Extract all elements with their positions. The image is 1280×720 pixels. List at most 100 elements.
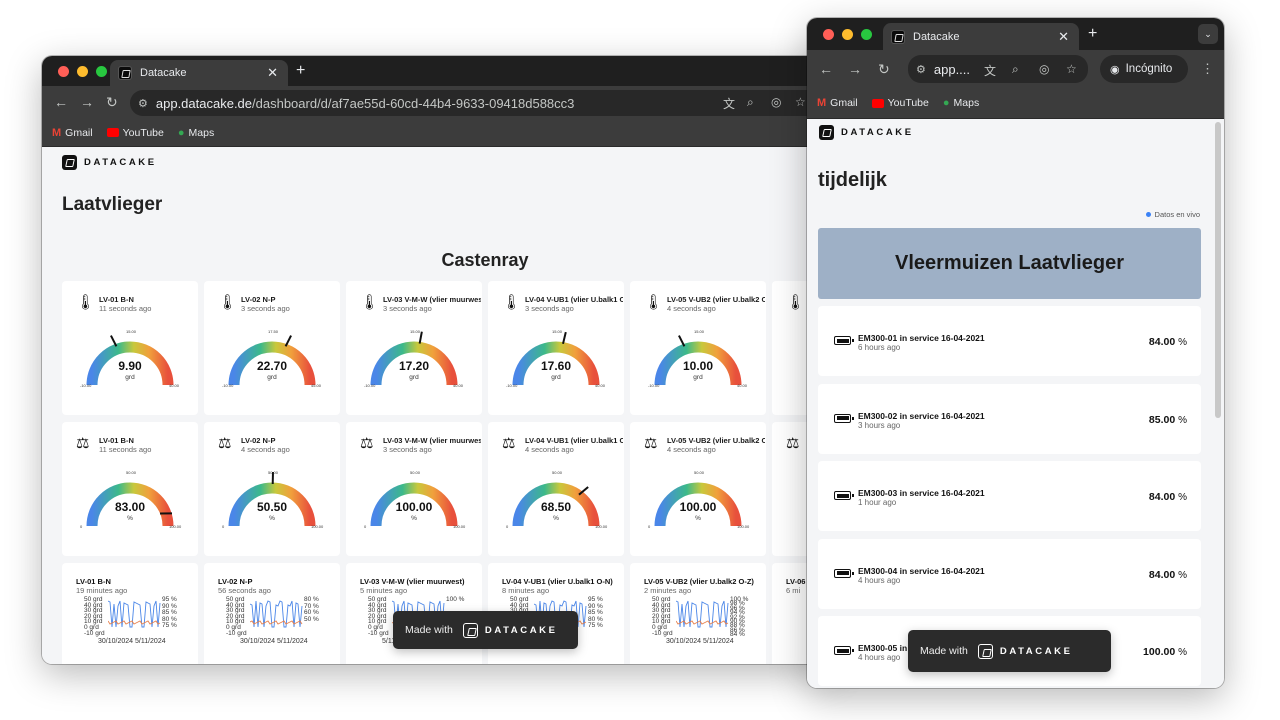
browser-window-incognito: Datacake ✕ + ⌄ ← → ↻ ⚙ app.... 文 ⌕ ◎ ☆ ◉… [807, 18, 1224, 688]
maximize-window-button[interactable] [96, 66, 107, 77]
tab-datacake[interactable]: Datacake ✕ [883, 23, 1079, 50]
bookmark-star-icon[interactable]: ☆ [795, 95, 806, 109]
gauge-max-label: 40.00 [453, 383, 464, 388]
reload-icon[interactable]: ↻ [106, 94, 118, 111]
card-timestamp: 4 seconds ago [525, 445, 574, 454]
site-info-icon[interactable]: ⚙ [138, 97, 148, 110]
scale-icon: ⚖︎ [786, 435, 800, 452]
gauge-value: 83.00 [114, 500, 146, 514]
scale-icon: ⚖︎ [76, 435, 90, 452]
device-timestamp: 3 hours ago [858, 420, 901, 430]
device-timestamp: 4 hours ago [858, 575, 901, 585]
translate-icon[interactable]: 文 [984, 62, 996, 79]
battery-icon [834, 413, 854, 423]
gauge-max-label: 100.00 [169, 524, 182, 529]
scrollbar-thumb[interactable] [1215, 122, 1221, 418]
menu-kebab-icon[interactable]: ⋮ [1201, 61, 1214, 77]
close-tab-icon[interactable]: ✕ [1058, 29, 1069, 45]
incognito-indicator[interactable]: ◉ Incógnito [1100, 55, 1188, 83]
scale-icon: ⚖︎ [644, 435, 658, 452]
device-title: EM300-03 in service 16-04-2021 [858, 488, 985, 498]
gauge-unit: % [269, 515, 275, 522]
card-title: LV-05 V-UB2 (vlier U.balk2 O-Z) [644, 577, 754, 586]
card-timestamp: 2 minutes ago [644, 586, 692, 595]
made-with-datacake-badge[interactable]: Made with DATACAKE [908, 630, 1111, 672]
hum-gauge-card: ⚖︎ LV-04 V-UB1 (vlier U.balk1 O-N) 4 sec… [488, 422, 624, 556]
bookmark-maps[interactable]: ● Maps [178, 127, 214, 139]
gauge-value: 100.00 [679, 500, 717, 514]
card-title: LV-04 V-UB1 (vlier U.balk1 O-N) [502, 577, 613, 586]
new-tab-button[interactable]: + [1088, 25, 1097, 43]
site-info-icon[interactable]: ⚙ [916, 63, 926, 76]
gauge-min-label: -10.00 [648, 383, 660, 388]
dashboard-page: DATACAKE Laatvlieger Castenray 🌡︎ LV-01 … [42, 147, 832, 664]
close-window-button[interactable] [58, 66, 69, 77]
bookmark-gmail[interactable]: M Gmail [817, 97, 858, 109]
datacake-logo-icon [977, 643, 993, 659]
translate-icon[interactable]: 文 [723, 95, 735, 112]
device-title: EM300-01 in service 16-04-2021 [858, 333, 985, 343]
temp-gauge-card: 🌡︎ LV-03 V-M-W (vlier muurwest) 3 second… [346, 281, 482, 415]
address-bar[interactable]: ⚙ app.... [908, 55, 1088, 83]
new-tab-button[interactable]: + [296, 62, 305, 80]
zoom-icon[interactable]: ⌕ [1012, 62, 1019, 77]
browser-toolbar: ← → ↻ ⚙ app.datacake.de/dashboard/d/af7a… [42, 86, 832, 119]
maximize-window-button[interactable] [861, 29, 872, 40]
datacake-favicon-icon [891, 29, 905, 44]
tab-search-chevron-down-icon[interactable]: ⌄ [1198, 24, 1218, 44]
gauge-max-label: 100.00 [311, 524, 324, 529]
card-timestamp: 56 seconds ago [218, 586, 271, 595]
made-with-datacake-badge[interactable]: Made with DATACAKE [393, 611, 578, 649]
gauge-unit: % [553, 515, 559, 522]
battery-icon [834, 491, 854, 500]
bookmark-maps[interactable]: ● Maps [943, 97, 979, 109]
battery-value: 84.00 % [1148, 336, 1187, 348]
bookmark-youtube[interactable]: YouTube [106, 127, 164, 139]
datacake-logo-icon [62, 155, 77, 170]
close-window-button[interactable] [823, 29, 834, 40]
minimize-window-button[interactable] [842, 29, 853, 40]
bookmark-gmail[interactable]: M Gmail [52, 127, 93, 139]
card-title: LV-01 B-N [99, 436, 134, 445]
tracking-protection-icon[interactable]: ◎ [771, 95, 781, 109]
y-axis-tick-label: -10 grd [652, 629, 673, 637]
tab-title: Datacake [140, 67, 187, 79]
bookmark-star-icon[interactable]: ☆ [1066, 62, 1077, 76]
y-axis-tick-label: -10 grd [226, 629, 247, 637]
url-host: app.datacake.de [155, 95, 253, 111]
card-timestamp: 11 seconds ago [99, 445, 152, 454]
history-chart-card: LV-01 B-N 19 minutes ago 50 grd 40 grd 30 g… [62, 563, 198, 664]
back-icon[interactable]: ← [54, 94, 68, 110]
gauge-max-label: 40.00 [595, 383, 606, 388]
gauge-max-label: 45.00 [311, 383, 322, 388]
bookmark-youtube[interactable]: YouTube [871, 97, 929, 109]
card-timestamp: 3 seconds ago [383, 445, 432, 454]
card-title: LV-03 V-M-W (vlier muurwest) [383, 436, 481, 445]
card-timestamp: 6 mi [786, 586, 801, 595]
card-title: LV-02 N-P [241, 436, 276, 445]
card-title: LV-04 V-UB1 (vlier U.balk1 O-N) [525, 295, 623, 304]
gauge-min-label: 0 [222, 524, 225, 529]
zoom-icon[interactable]: ⌕ [747, 95, 754, 110]
tab-datacake[interactable]: Datacake ✕ [110, 60, 288, 86]
forward-icon[interactable]: → [848, 61, 862, 77]
card-title: LV-03 V-M-W (vlier muurwest) [360, 577, 465, 586]
gauge-mid-label: 50.00 [694, 470, 705, 475]
close-tab-icon[interactable]: ✕ [267, 65, 278, 81]
card-title: LV-04 V-UB1 (vlier U.balk1 O-N) [525, 436, 623, 445]
card-timestamp: 3 seconds ago [241, 304, 290, 313]
live-dot-icon [1145, 212, 1151, 217]
reload-icon[interactable]: ↻ [878, 61, 890, 78]
gauge-unit: grd [267, 374, 277, 381]
back-icon[interactable]: ← [819, 61, 833, 77]
datacake-logo: DATACAKE [977, 643, 1073, 659]
forward-icon[interactable]: → [80, 94, 94, 110]
gauge-mid-label: 15.00 [410, 329, 421, 334]
minimize-window-button[interactable] [77, 66, 88, 77]
page-title: tijdelijk [818, 169, 887, 191]
tracking-protection-icon[interactable]: ◎ [1039, 62, 1049, 76]
history-line-chart [676, 600, 729, 628]
browser-window-main: Datacake ✕ + ← → ↻ ⚙ app.datacake.de/das… [42, 56, 832, 664]
hum-gauge-card: ⚖︎ LV-01 B-N 11 seconds ago 83.00 % 50.0… [62, 422, 198, 556]
gauge-max-label: 100.00 [737, 524, 750, 529]
